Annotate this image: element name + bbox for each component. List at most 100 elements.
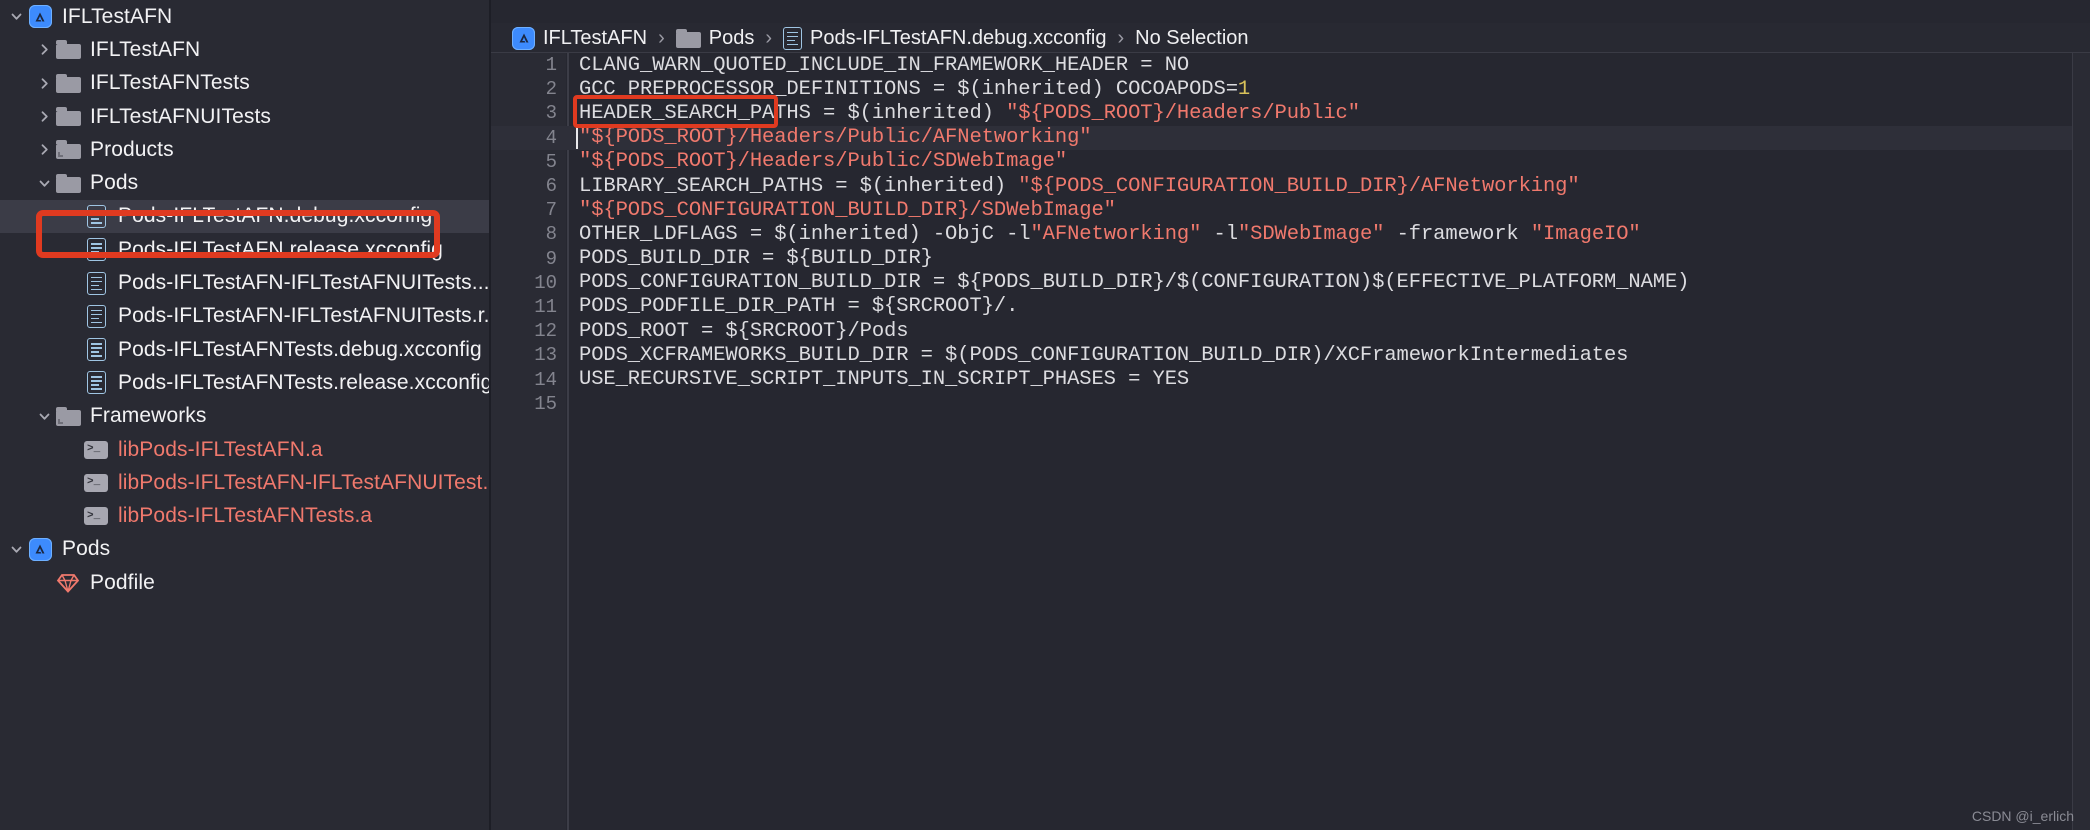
breadcrumb[interactable]: IFLTestAFN › Pods › Pods-IFLTestAFN.debu… — [491, 23, 2090, 53]
code-line[interactable]: 12 PODS_ROOT = ${SRCROOT}/Pods — [491, 319, 2090, 343]
navigator-item-pods-ifltestafntests-debug-xcconfig[interactable]: Pods-IFLTestAFNTests.debug.xcconfig — [0, 333, 491, 366]
navigator-item-ifltestafn[interactable]: IFLTestAFN — [0, 33, 491, 66]
code-line-text: PODS_BUILD_DIR = ${BUILD_DIR} — [557, 247, 933, 270]
navigator-item-label: libPods-IFLTestAFN-IFLTestAFNUITest... — [118, 470, 491, 494]
code-token: LIBRARY_SEARCH_PATHS = $(inherited) — [579, 174, 1019, 198]
chevron-right-icon[interactable] — [33, 109, 55, 124]
code-line-text: PODS_ROOT = ${SRCROOT}/Pods — [557, 319, 909, 343]
xcconfig-file-icon — [83, 371, 109, 395]
chevron-right-icon[interactable] — [33, 42, 55, 57]
code-token: HEADER_SEARCH_PATHS = $(inherited) — [579, 101, 1007, 125]
xcconfig-file-icon — [83, 271, 109, 295]
chevron-down-icon[interactable] — [5, 9, 27, 24]
navigator-item-label: IFLTestAFNTests — [90, 71, 250, 95]
navigator-item-pods-ifltestafn-release-xcconfig[interactable]: Pods-IFLTestAFN.release.xcconfig — [0, 233, 491, 266]
vertical-scrollbar[interactable] — [2073, 53, 2090, 830]
code-line[interactable]: 5 "${PODS_ROOT}/Headers/Public/SDWebImage… — [491, 150, 2090, 174]
code-token: "${PODS_CONFIGURATION_BUILD_DIR}/SDWebIm… — [579, 198, 1116, 222]
code-token: CLANG_WARN_QUOTED_INCLUDE_IN_FRAMEWORK_H… — [579, 53, 1190, 77]
code-line-text: PODS_CONFIGURATION_BUILD_DIR = ${PODS_BU… — [557, 271, 1689, 294]
line-number: 11 — [534, 295, 557, 318]
code-line[interactable]: 8 OTHER_LDFLAGS = $(inherited) -ObjC -l"A… — [491, 222, 2090, 246]
navigator-item-libpods-ifltestafn-a[interactable]: >_ libPods-IFLTestAFN.a — [0, 433, 491, 466]
line-number: 10 — [534, 271, 557, 294]
code-line[interactable]: 7 "${PODS_CONFIGURATION_BUILD_DIR}/SDWebI… — [491, 198, 2090, 222]
navigator-item-pods-ifltestafn-ifltestafnuitests[interactable]: Pods-IFLTestAFN-IFLTestAFNUITests.... — [0, 266, 491, 299]
code-line[interactable]: 4 "${PODS_ROOT}/Headers/Public/AFNetworki… — [491, 125, 2090, 150]
breadcrumb-label-folder: Pods — [708, 26, 755, 49]
code-line-list[interactable]: 1 CLANG_WARN_QUOTED_INCLUDE_IN_FRAMEWORK_… — [491, 53, 2090, 416]
breadcrumb-item-folder[interactable]: Pods — [675, 26, 755, 50]
breadcrumb-item-project[interactable]: IFLTestAFN — [512, 26, 647, 50]
xcconfig-file-icon — [83, 204, 109, 228]
navigator-item-label: Pods-IFLTestAFNTests.release.xcconfig — [118, 370, 491, 394]
navigator-item-label: libPods-IFLTestAFN.a — [118, 437, 323, 461]
code-line[interactable]: 15 — [491, 392, 2090, 416]
code-line-text: LIBRARY_SEARCH_PATHS = $(inherited) "${P… — [557, 175, 1580, 198]
line-number: 8 — [545, 223, 557, 246]
navigator-item-label: IFLTestAFN — [62, 4, 173, 28]
navigator-item-pods-ifltestafntests-release-xcconfig[interactable]: Pods-IFLTestAFNTests.release.xcconfig — [0, 366, 491, 399]
code-token: "ImageIO" — [1530, 222, 1641, 246]
code-line[interactable]: 13 PODS_XCFRAMEWORKS_BUILD_DIR = $(PODS_C… — [491, 343, 2090, 367]
chevron-down-icon[interactable] — [5, 542, 27, 557]
code-editor[interactable]: 1 CLANG_WARN_QUOTED_INCLUDE_IN_FRAMEWORK_… — [491, 53, 2090, 830]
code-line[interactable]: 1 CLANG_WARN_QUOTED_INCLUDE_IN_FRAMEWORK_… — [491, 53, 2090, 77]
navigator-item-pods-ifltestafn-ifltestafnuitests-r[interactable]: Pods-IFLTestAFN-IFLTestAFNUITests.r... — [0, 300, 491, 333]
navigator-item-ifltestafnuitests[interactable]: IFLTestAFNUITests — [0, 100, 491, 133]
navigator-item-ifltestafntests[interactable]: IFLTestAFNTests — [0, 67, 491, 100]
code-line[interactable]: 6 LIBRARY_SEARCH_PATHS = $(inherited) "${… — [491, 174, 2090, 198]
code-token: PODS_XCFRAMEWORKS_BUILD_DIR = $(PODS_CON… — [579, 343, 1629, 367]
navigator-item-pods-ifltestafn-debug-xcconfig[interactable]: Pods-IFLTestAFN.debug.xcconfig — [0, 199, 491, 234]
navigator-item-podfile[interactable]: Podfile — [0, 566, 491, 599]
navigator-item-ifltestafn[interactable]: IFLTestAFN — [0, 0, 491, 33]
code-token: OTHER_LDFLAGS = $(inherited) -ObjC -l — [579, 222, 1031, 246]
code-token: "${PODS_CONFIGURATION_BUILD_DIR}/AFNetwo… — [1018, 174, 1580, 198]
folder-icon — [55, 73, 81, 93]
code-line-text: HEADER_SEARCH_PATHS = $(inherited) "${PO… — [557, 102, 1360, 125]
line-number: 12 — [534, 320, 557, 343]
xcconfig-file-icon — [83, 304, 109, 328]
navigator-list[interactable]: IFLTestAFN IFLTestAFN IFLTestAFNTests IFLTe… — [0, 0, 491, 599]
code-token: PODS_ROOT = ${SRCROOT}/Pods — [579, 319, 909, 343]
chevron-down-icon[interactable] — [33, 409, 55, 424]
navigator-item-libpods-ifltestafntests-a[interactable]: >_ libPods-IFLTestAFNTests.a — [0, 499, 491, 532]
code-token: "SDWebImage" — [1237, 222, 1385, 246]
chevron-right-icon[interactable] — [33, 76, 55, 91]
breadcrumb-item-file[interactable]: Pods-IFLTestAFN.debug.xcconfig — [783, 26, 1107, 50]
code-line[interactable]: 3 HEADER_SEARCH_PATHS = $(inherited) "${P… — [491, 101, 2090, 125]
navigator-item-label: libPods-IFLTestAFNTests.a — [118, 504, 373, 528]
app-icon — [27, 5, 53, 29]
line-number: 6 — [545, 175, 557, 198]
chevron-right-icon[interactable] — [33, 142, 55, 157]
navigator-item-pods[interactable]: Pods — [0, 166, 491, 199]
navigator-item-label: IFLTestAFNUITests — [90, 104, 272, 128]
library-icon: >_ — [83, 473, 109, 492]
navigator-item-label: Pods — [62, 537, 111, 561]
line-number: 1 — [545, 54, 557, 77]
project-navigator[interactable]: IFLTestAFN IFLTestAFN IFLTestAFNTests IFLTe… — [0, 0, 491, 830]
breadcrumb-item-selection[interactable]: No Selection — [1135, 27, 1248, 50]
breadcrumb-label-file: Pods-IFLTestAFN.debug.xcconfig — [810, 26, 1107, 49]
code-line[interactable]: 10 PODS_CONFIGURATION_BUILD_DIR = ${PODS_… — [491, 271, 2090, 295]
line-number: 9 — [545, 247, 557, 270]
xcconfig-file-icon — [783, 26, 803, 50]
code-line[interactable]: 2 GCC_PREPROCESSOR_DEFINITIONS = $(inheri… — [491, 77, 2090, 101]
line-number: 14 — [534, 368, 557, 391]
navigator-item-label: Frameworks — [90, 404, 207, 428]
navigator-item-libpods-ifltestafn-ifltestafnuitest[interactable]: >_ libPods-IFLTestAFN-IFLTestAFNUITest... — [0, 466, 491, 499]
navigator-item-pods[interactable]: Pods — [0, 533, 491, 566]
line-number: 2 — [545, 78, 557, 101]
folder-icon — [55, 173, 81, 193]
chevron-down-icon[interactable] — [33, 176, 55, 191]
folder-open-icon — [55, 140, 81, 160]
code-line[interactable]: 11 PODS_PODFILE_DIR_PATH = ${SRCROOT}/. — [491, 295, 2090, 319]
navigator-item-frameworks[interactable]: Frameworks — [0, 400, 491, 433]
code-token: -framework — [1384, 222, 1531, 246]
code-line[interactable]: 9 PODS_BUILD_DIR = ${BUILD_DIR} — [491, 247, 2090, 271]
code-line[interactable]: 14 USE_RECURSIVE_SCRIPT_INPUTS_IN_SCRIPT_… — [491, 367, 2090, 391]
code-line-text: "${PODS_ROOT}/Headers/Public/AFNetworkin… — [557, 126, 1092, 149]
code-token: "${PODS_ROOT}/Headers/Public/SDWebImage" — [579, 150, 1068, 174]
navigator-item-products[interactable]: Products — [0, 133, 491, 166]
code-token: PODS_BUILD_DIR = ${BUILD_DIR} — [579, 247, 933, 271]
